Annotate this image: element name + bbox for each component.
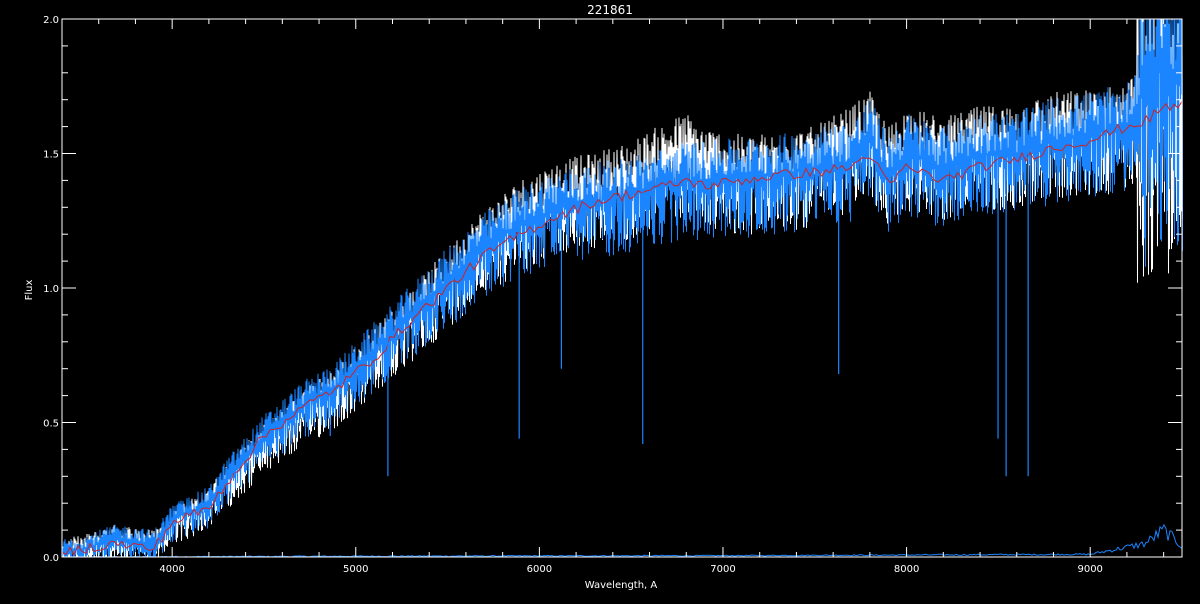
y-tick-label: 0.0 <box>43 553 59 564</box>
x-tick-label: 8000 <box>894 564 919 575</box>
x-tick-label: 5000 <box>343 564 368 575</box>
chart-svg: 4000 5000 6000 7000 8000 90000.00.51.01.52.0 … <box>0 0 1200 600</box>
x-tick-label: 6000 <box>527 564 552 575</box>
y-axis-label: Flux <box>24 280 35 301</box>
x-axis-label: Wavelength, A <box>585 580 658 591</box>
y-tick-label: 1.0 <box>43 284 59 295</box>
chart-title: 221861 <box>587 3 633 17</box>
x-tick-label: 7000 <box>710 564 735 575</box>
y-tick-label: 0.5 <box>43 419 59 430</box>
y-tick-label: 2.0 <box>43 15 59 26</box>
x-tick-label: 9000 <box>1077 564 1102 575</box>
spectrum-chart: 4000 5000 6000 7000 8000 9000 0.0 0.5 1.0 1.5 2.0 … <box>0 0 1200 600</box>
x-tick-label: 4000 <box>159 564 184 575</box>
y-tick-label: 1.5 <box>43 150 59 161</box>
